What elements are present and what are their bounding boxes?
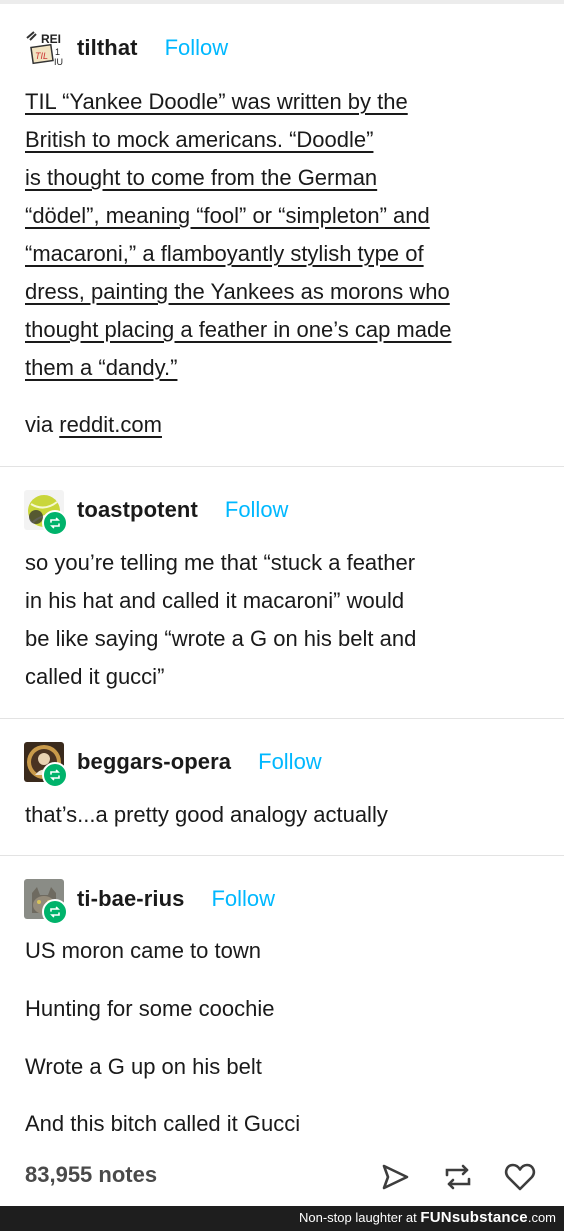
follow-button[interactable]: Follow — [258, 749, 322, 775]
post-text-line: US moron came to town — [25, 938, 261, 963]
username[interactable]: toastpotent — [77, 497, 198, 523]
reblog-badge-icon — [42, 762, 68, 788]
post-text-line: Hunting for some coochie — [25, 996, 275, 1021]
svg-text:TIL: TIL — [35, 51, 48, 61]
follow-button[interactable]: Follow — [165, 35, 229, 61]
avatar-tilthat[interactable]: REI TIL 1 IU — [24, 28, 64, 68]
avatar-toastpotent[interactable] — [24, 490, 68, 536]
post-header-ti-bae-rius: ti-bae-rius Follow — [24, 879, 275, 925]
watermark-prefix: Non-stop laughter at — [298, 1210, 417, 1225]
source-link[interactable]: reddit.com — [59, 412, 162, 437]
post-text-line: be like saying “wrote a G on his belt an… — [25, 626, 417, 651]
post-text-line: that’s...a pretty good analogy actually — [25, 802, 388, 827]
username[interactable]: ti-bae-rius — [77, 886, 184, 912]
watermark-footer: Non-stop laughter at FUNsubstance.com — [0, 1206, 564, 1231]
watermark-suffix: .com — [527, 1210, 556, 1225]
follow-button[interactable]: Follow — [211, 886, 275, 912]
divider — [0, 718, 564, 719]
avatar-beggars-opera[interactable] — [24, 742, 68, 788]
post-text-line[interactable]: British to mock americans. “Doodle” — [25, 121, 373, 159]
post-header-toastpotent: toastpotent Follow — [24, 490, 289, 536]
post-text-line: Wrote a G up on his belt — [25, 1054, 262, 1079]
divider — [0, 466, 564, 467]
post-header-tilthat: REI TIL 1 IU tilthat Follow — [24, 28, 228, 68]
post-text-line: called it gucci” — [25, 664, 165, 689]
top-edge — [0, 0, 564, 4]
post-text-line: And this bitch called it Gucci — [25, 1111, 301, 1136]
post-text-line: so you’re telling me that “stuck a feath… — [25, 550, 416, 575]
divider — [0, 855, 564, 856]
share-icon[interactable] — [378, 1160, 412, 1199]
post-text-line[interactable]: TIL “Yankee Doodle” was written by the — [25, 83, 408, 121]
watermark-text: Non-stop laughter at FUNsubstance.com — [299, 1209, 556, 1226]
post-text-line: in his hat and called it macaroni” would — [25, 588, 405, 613]
heart-icon[interactable] — [503, 1160, 537, 1199]
post-text-line[interactable]: dress, painting the Yankees as morons wh… — [25, 273, 450, 311]
reblog-badge-icon — [42, 899, 68, 925]
reblog-icon[interactable] — [440, 1160, 476, 1199]
notes-count[interactable]: 83,955 notes — [25, 1162, 157, 1188]
username[interactable]: beggars-opera — [77, 749, 231, 775]
reblog-badge-icon — [42, 510, 68, 536]
post-text-line[interactable]: is thought to come from the German — [25, 159, 377, 197]
via-prefix: via — [25, 412, 54, 437]
watermark-brand: FUNsubstance — [420, 1209, 528, 1226]
post-text-line[interactable]: thought placing a feather in one’s cap m… — [25, 311, 451, 349]
post-text-line[interactable]: “macaroni,” a flamboyantly stylish type … — [25, 235, 424, 273]
post-text-line[interactable]: them a “dandy.” — [25, 349, 177, 387]
svg-text:IU: IU — [54, 57, 63, 67]
post-header-beggars-opera: beggars-opera Follow — [24, 742, 322, 788]
post-text-line[interactable]: “dödel”, meaning “fool” or “simpleton” a… — [25, 197, 430, 235]
via-source: via reddit.com — [25, 406, 162, 444]
follow-button[interactable]: Follow — [225, 497, 289, 523]
avatar-ti-bae-rius[interactable] — [24, 879, 68, 925]
svg-text:1: 1 — [55, 47, 60, 57]
newspaper-icon: REI TIL 1 IU — [24, 28, 64, 68]
username[interactable]: tilthat — [77, 35, 138, 61]
